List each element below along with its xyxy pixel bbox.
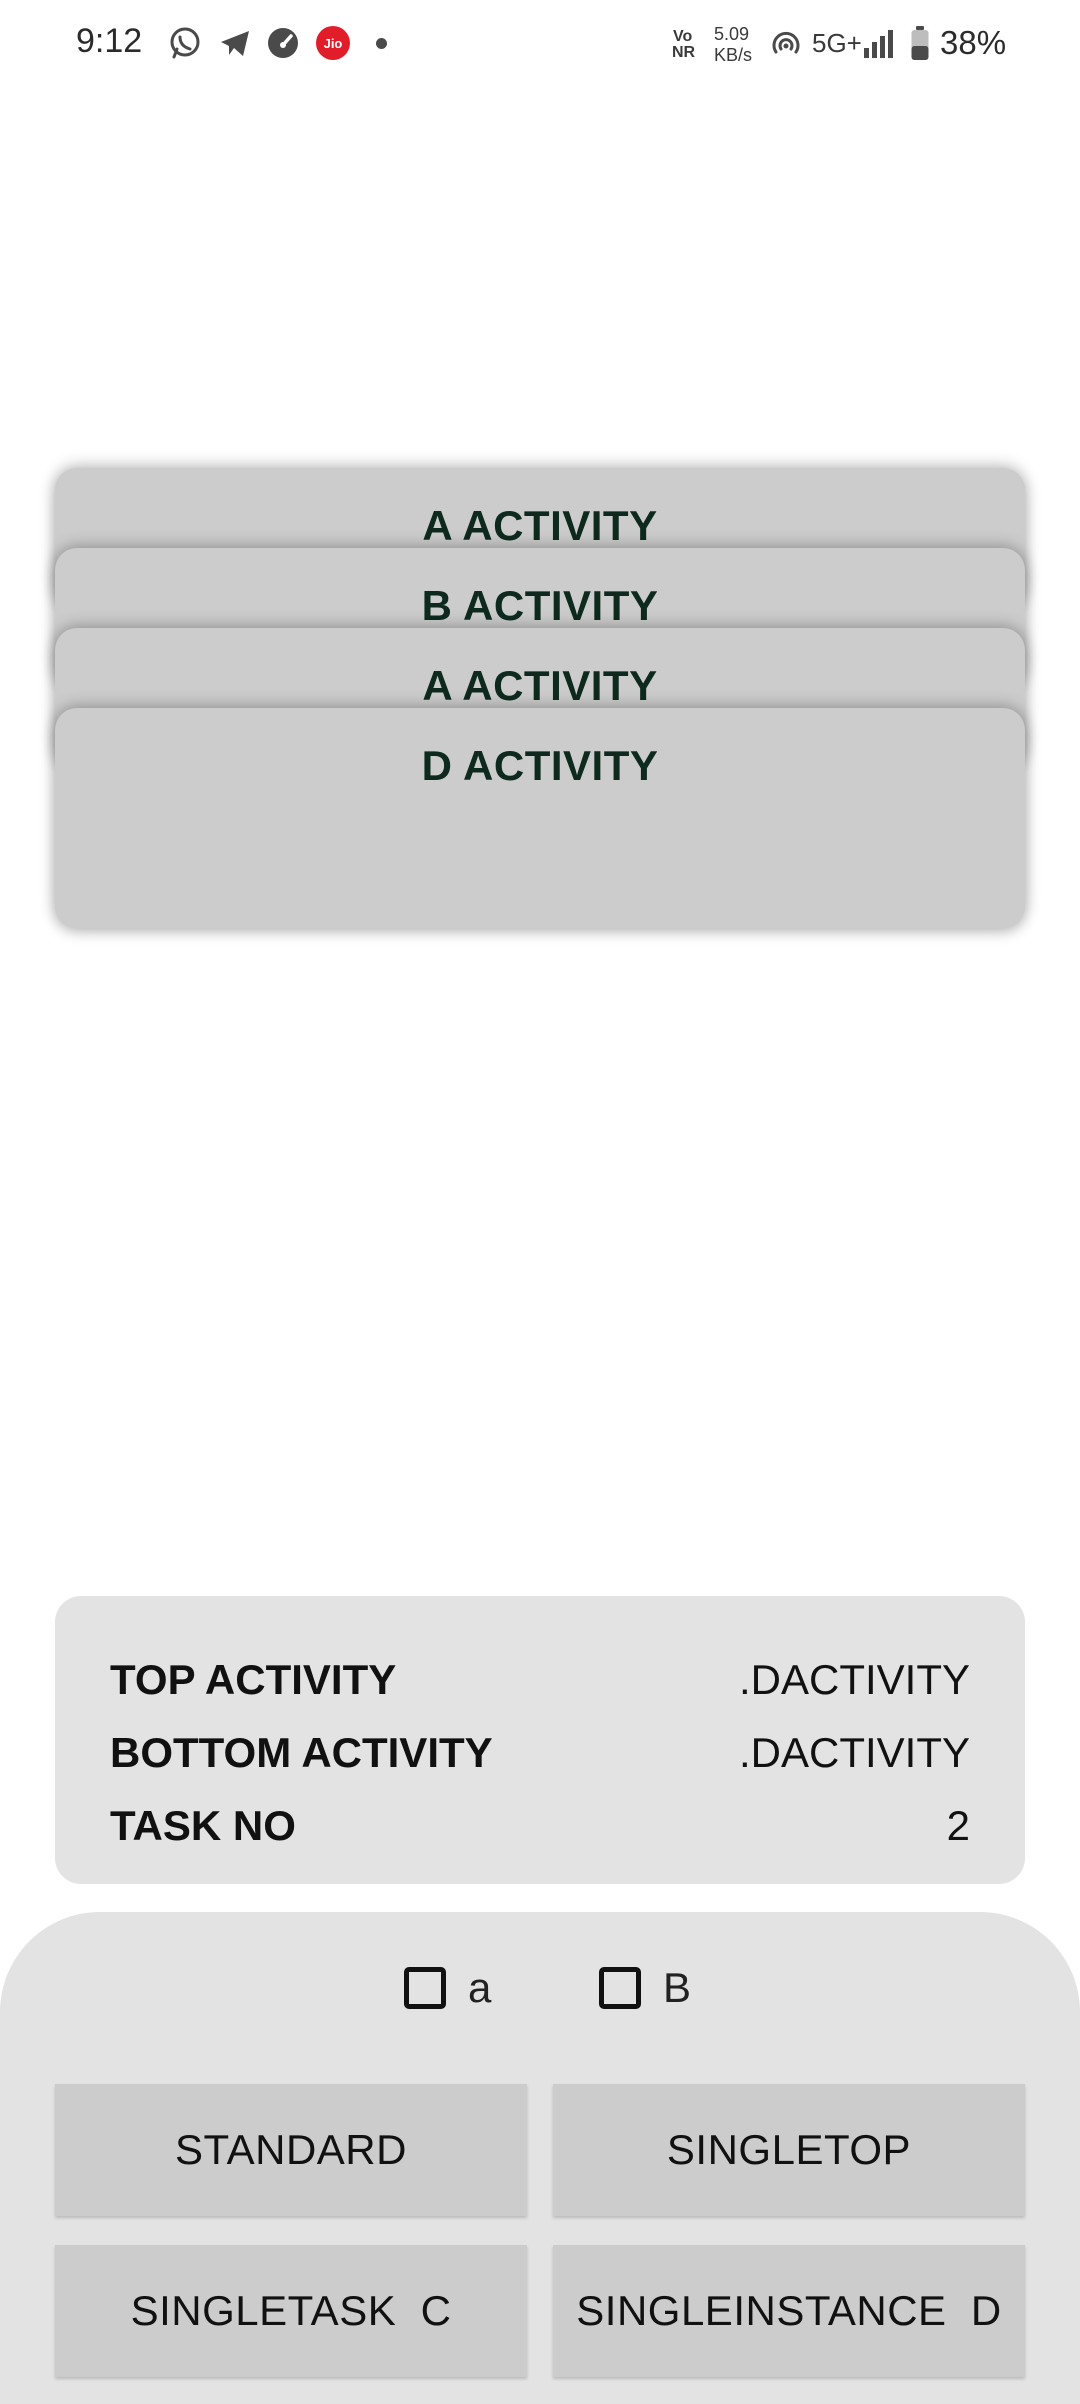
activity-card-4[interactable]: D ACTIVITY [55, 708, 1025, 928]
activity-card-label: B ACTIVITY [421, 582, 659, 629]
singleinstance-button[interactable]: SINGLEINSTANCE D [553, 2245, 1025, 2377]
singletask-button[interactable]: SINGLETASK C [55, 2245, 527, 2377]
checkbox-b-label: B [663, 1964, 692, 2011]
top-activity-label: TOP ACTIVITY [110, 1656, 397, 1703]
bottom-activity-label: BOTTOM ACTIVITY [110, 1729, 493, 1776]
speedometer-icon [268, 28, 298, 58]
checkbox-b[interactable]: B [599, 1960, 691, 2016]
top-activity-row: TOP ACTIVITY .DACTIVITY [110, 1656, 970, 1712]
dot-icon [376, 38, 387, 49]
status-bar: 9:12 Jio Vo NR 5.09 KB/s 5G+ 38% [0, 0, 1080, 90]
top-activity-value: .DACTIVITY [738, 1656, 970, 1703]
volte-bottom-label: NR [672, 44, 696, 61]
network-speed-unit: KB/s [714, 45, 753, 65]
bottom-activity-row: BOTTOM ACTIVITY .DACTIVITY [110, 1729, 970, 1785]
launch-mode-controls: a B STANDARD SINGLETOP SINGLETASK C SING… [0, 1912, 1080, 2404]
jio-icon: Jio [316, 26, 350, 60]
checkbox-a-label: a [468, 1964, 492, 2011]
telegram-icon [221, 31, 249, 56]
bottom-activity-value: .DACTIVITY [738, 1729, 970, 1776]
task-no-value: 2 [946, 1802, 970, 1849]
singletop-button[interactable]: SINGLETOP [553, 2084, 1025, 2216]
activity-back-stack: A ACTIVITY B ACTIVITY A ACTIVITY D ACTIV… [55, 468, 1025, 928]
network-type-label: 5G+ [812, 28, 862, 58]
activity-card-label: A ACTIVITY [422, 662, 658, 709]
jio-label: Jio [323, 35, 343, 51]
whatsapp-icon [170, 27, 200, 59]
task-info-panel: TOP ACTIVITY .DACTIVITY BOTTOM ACTIVITY … [55, 1596, 1025, 1884]
standard-button[interactable]: STANDARD [55, 2084, 527, 2216]
signal-icon [864, 30, 893, 58]
battery-percent: 38% [940, 24, 1007, 61]
battery-icon [911, 26, 929, 60]
task-no-row: TASK NO 2 [110, 1802, 970, 1858]
checkbox-a-box[interactable] [404, 1967, 446, 2009]
network-speed-value: 5.09 [714, 24, 750, 44]
activity-card-label: D ACTIVITY [421, 742, 659, 789]
checkbox-b-box[interactable] [599, 1967, 641, 2009]
status-time: 9:12 [76, 22, 143, 60]
hotspot-icon [772, 31, 800, 54]
activity-card-label: A ACTIVITY [422, 502, 658, 549]
checkbox-a[interactable]: a [404, 1960, 491, 2016]
task-no-label: TASK NO [110, 1802, 296, 1849]
